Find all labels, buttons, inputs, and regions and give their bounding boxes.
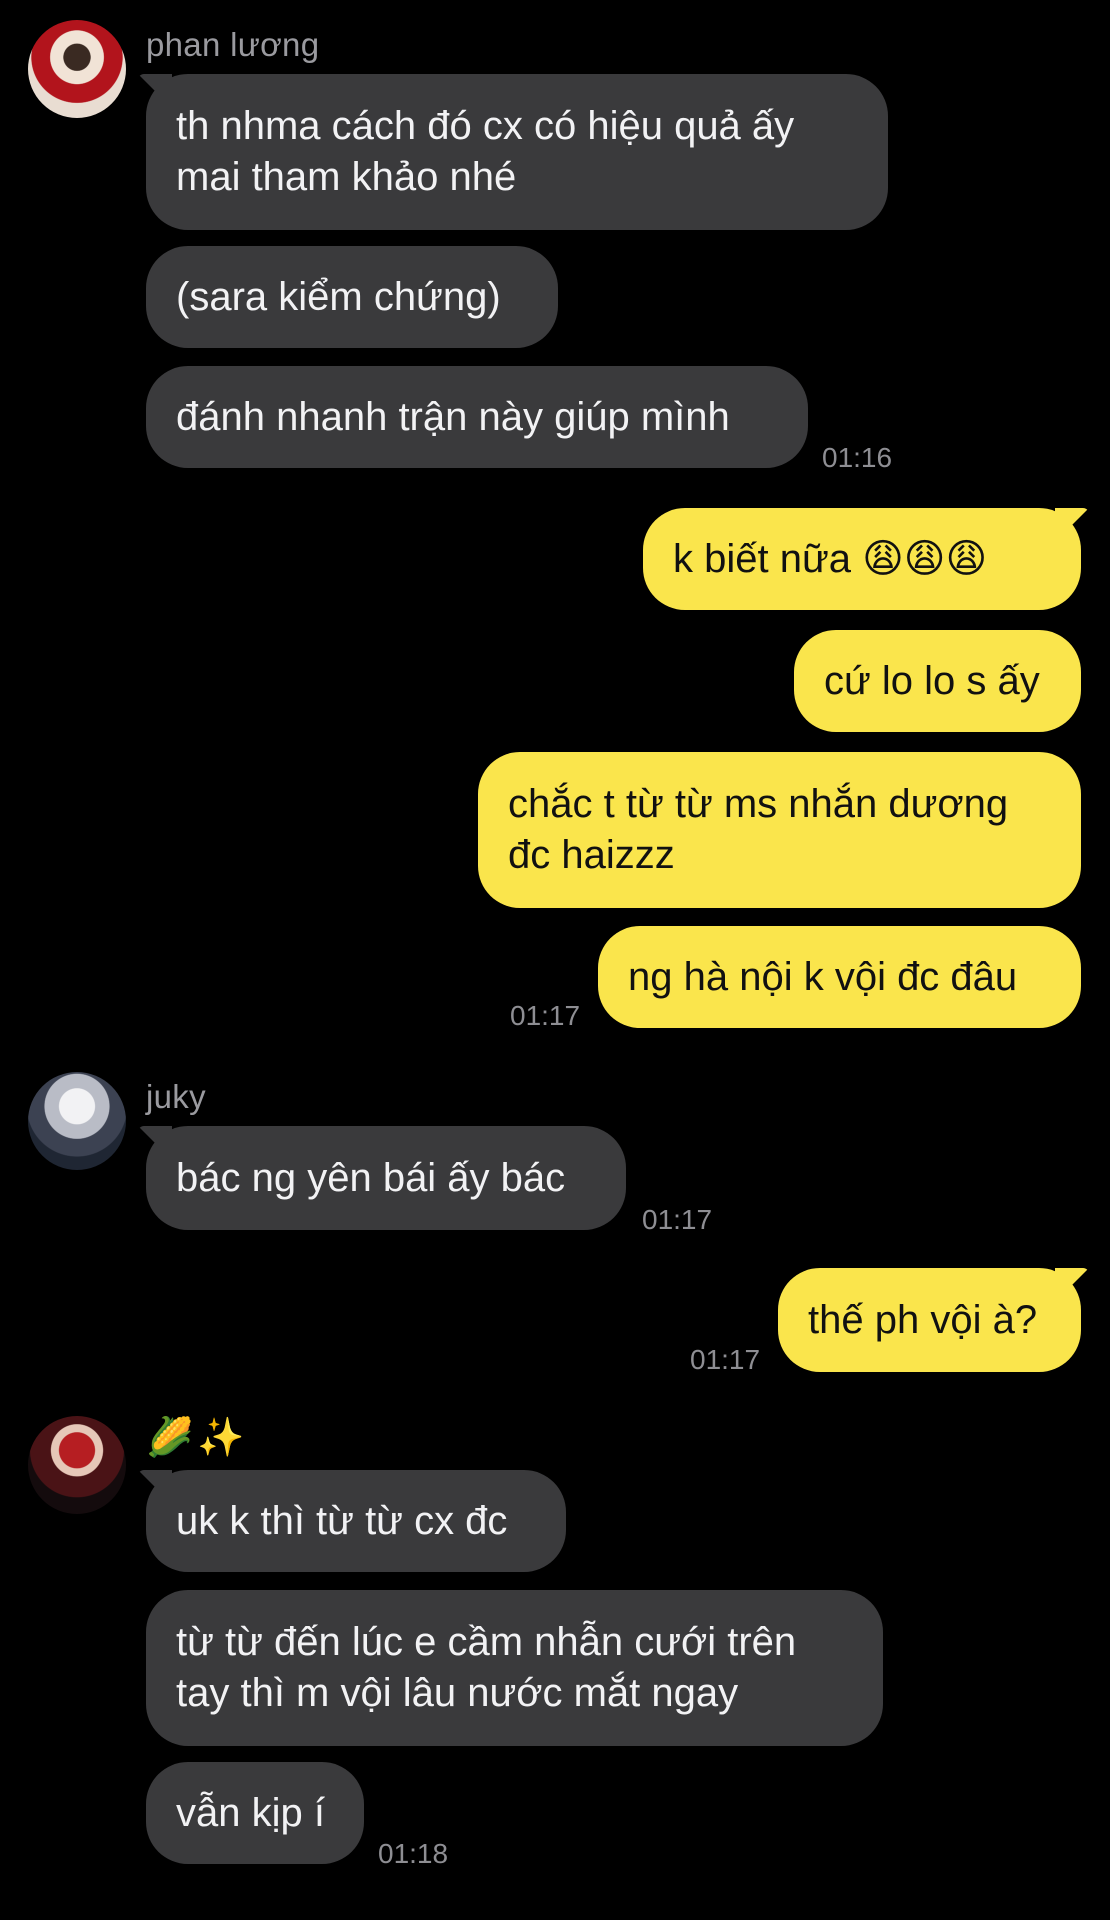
message-timestamp: 01:17 (690, 1344, 761, 1375)
message-text: ng hà nội k vội đc đâu (628, 954, 1018, 999)
message-bubble[interactable]: ng hà nội k vội đc đâu (598, 926, 1081, 1028)
message-bubble[interactable]: th nhma cách đó cx có hiệu quả ấy mai th… (146, 74, 888, 230)
sender-name: juky (146, 1078, 206, 1115)
message-bubble[interactable]: từ từ đến lúc e cầm nhẫn cưới trên tay t… (146, 1590, 883, 1746)
message-bubble[interactable]: bác ng yên bái ấy bác (146, 1126, 626, 1230)
message-bubble[interactable]: chắc t từ từ ms nhắn dương đc haizzz (478, 752, 1081, 908)
message-text: thế ph vội à? (808, 1297, 1038, 1342)
message-text: chắc t từ từ ms nhắn dương đc haizzz (508, 782, 1009, 877)
message-bubble[interactable]: đánh nhanh trận này giúp mình (146, 366, 808, 468)
message-bubble[interactable]: (sara kiểm chứng) (146, 246, 558, 348)
message-text: bác ng yên bái ấy bác (176, 1155, 566, 1200)
avatar-juky[interactable] (28, 1072, 126, 1170)
message-timestamp: 01:16 (822, 442, 893, 473)
message-text: cứ lo lo s ấy (824, 658, 1040, 703)
message-timestamp: 01:17 (642, 1204, 713, 1235)
message-bubble[interactable]: cứ lo lo s ấy (794, 630, 1081, 732)
message-text: (sara kiểm chứng) (176, 274, 501, 319)
message-timestamp: 01:17 (510, 1000, 581, 1031)
message-text: từ từ đến lúc e cầm nhẫn cưới trên tay t… (176, 1620, 797, 1715)
message-bubble[interactable]: thế ph vội à? (778, 1268, 1081, 1372)
avatar-corn-sparkles[interactable] (28, 1416, 126, 1514)
message-text: uk k thì từ từ cx đc (176, 1498, 508, 1543)
message-bubble[interactable]: vẫn kịp í (146, 1762, 364, 1864)
sender-name: 🌽✨ (146, 1417, 249, 1459)
message-bubble[interactable]: k biết nữa 😩😩😩 (643, 508, 1081, 610)
message-text: th nhma cách đó cx có hiệu quả ấy mai th… (176, 104, 795, 199)
message-text: k biết nữa 😩😩😩 (673, 536, 988, 581)
message-bubble[interactable]: uk k thì từ từ cx đc (146, 1470, 566, 1572)
avatar-phan-luong[interactable] (28, 20, 126, 118)
message-timestamp: 01:18 (378, 1838, 449, 1869)
message-text: đánh nhanh trận này giúp mình (176, 394, 730, 439)
message-text: vẫn kịp í (176, 1790, 325, 1835)
sender-name: phan lương (146, 26, 320, 63)
